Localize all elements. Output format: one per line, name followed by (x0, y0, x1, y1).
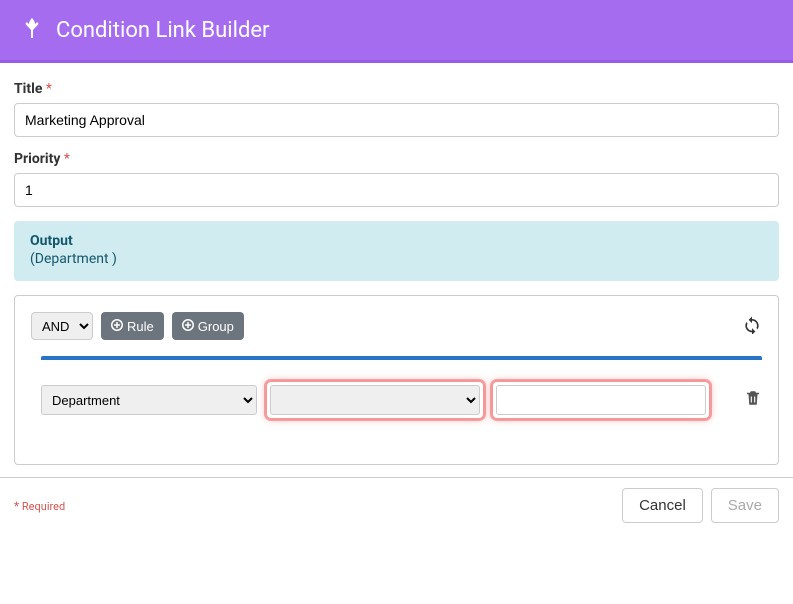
add-rule-label: Rule (127, 319, 154, 334)
add-group-label: Group (198, 319, 234, 334)
plus-circle-icon (182, 319, 194, 334)
required-asterisk: * (64, 151, 70, 167)
priority-label: Priority * (14, 151, 70, 167)
value-invalid-wrap (493, 382, 709, 418)
title-input[interactable] (14, 103, 779, 137)
title-label-text: Title (14, 81, 42, 97)
title-group: Title * (14, 81, 779, 137)
add-rule-button[interactable]: Rule (101, 312, 164, 340)
refresh-icon[interactable] (742, 314, 762, 338)
add-group-button[interactable]: Group (172, 312, 244, 340)
required-asterisk: * (46, 81, 52, 97)
rule-builder-panel: AND OR Rule Group Depar (14, 295, 779, 465)
priority-group: Priority * (14, 151, 779, 207)
form-content: Title * Priority * Output (Department ) … (0, 63, 793, 477)
trash-icon[interactable] (744, 388, 762, 412)
required-note-text: Required (22, 500, 65, 513)
priority-input[interactable] (14, 173, 779, 207)
page-title: Condition Link Builder (56, 18, 270, 43)
footer-bar: * Required Cancel Save (0, 477, 793, 533)
value-input[interactable] (496, 385, 706, 415)
rule-row: Department (41, 382, 762, 418)
output-panel: Output (Department ) (14, 221, 779, 281)
operator-select[interactable] (270, 385, 480, 415)
operator-invalid-wrap (267, 382, 483, 418)
required-asterisk: * (14, 499, 19, 513)
footer-buttons: Cancel Save (622, 488, 779, 523)
cancel-button[interactable]: Cancel (622, 488, 703, 523)
rule-toolbar: AND OR Rule Group (31, 312, 762, 340)
output-title: Output (30, 233, 763, 249)
priority-label-text: Priority (14, 151, 60, 167)
output-subtitle: (Department ) (30, 251, 763, 267)
logic-select[interactable]: AND OR (31, 312, 93, 340)
plus-circle-icon (111, 319, 123, 334)
save-button[interactable]: Save (711, 488, 779, 523)
required-note: * Required (14, 499, 65, 513)
title-label: Title * (14, 81, 52, 97)
field-select[interactable]: Department (41, 385, 257, 415)
page-header: Condition Link Builder (0, 0, 793, 63)
rule-rows-container: Department (41, 356, 762, 418)
app-logo-icon (20, 16, 44, 44)
